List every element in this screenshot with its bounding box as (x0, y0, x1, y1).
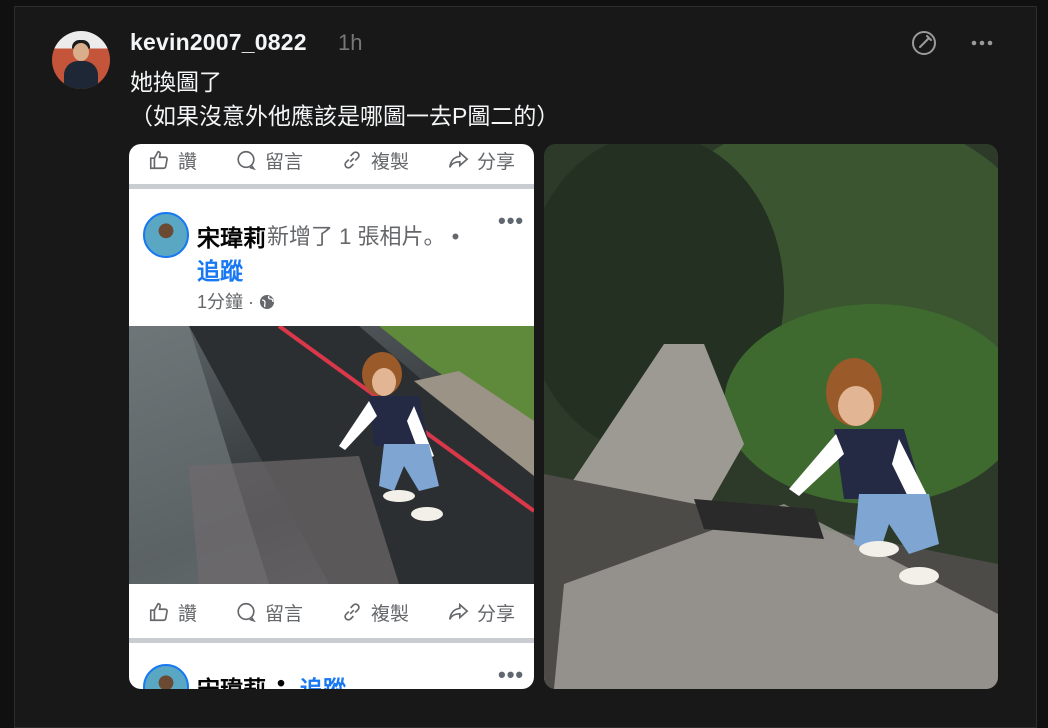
page-avatar (143, 212, 189, 258)
copy-label: 複製 (370, 603, 409, 625)
facebook-screenshot-image[interactable]: 讚 留言 複製 分享 宋瑋莉 新增了 1 張相片。 • ••• 追蹤 1分鐘 · (129, 144, 534, 689)
avatar-head (73, 43, 89, 61)
post-author: 宋瑋莉 (197, 676, 266, 689)
like-label: 讚 (177, 603, 197, 625)
like-action: 讚 (148, 147, 197, 174)
post-more-icon: ••• (498, 208, 525, 233)
road-photo (129, 326, 534, 584)
action-bar-bottom: 讚 留言 複製 分享 (129, 596, 534, 628)
like-label: 讚 (177, 151, 197, 173)
more-horizontal-icon[interactable] (967, 28, 997, 58)
comment-label: 留言 (264, 151, 303, 173)
copy-action: 複製 (341, 147, 409, 174)
follow-link: 追蹤 (197, 258, 243, 284)
edited-photo-image[interactable] (544, 144, 998, 689)
thumbs-up-icon (149, 150, 168, 170)
link-icon (344, 151, 360, 169)
flood-photo-drawing (544, 144, 998, 689)
user-avatar[interactable] (52, 31, 110, 89)
like-action: 讚 (148, 599, 197, 626)
post-divider (129, 638, 534, 643)
link-icon (344, 603, 360, 621)
post-caption: 她換圖了 （如果沒意外他應該是哪圖一去P圖二的） (130, 65, 559, 133)
caption-line-2: （如果沒意外他應該是哪圖一去P圖二的） (130, 103, 560, 129)
timestamp-text: 1分鐘 · (197, 292, 255, 312)
share-arrow-icon (448, 150, 469, 168)
action-bar-top: 讚 留言 複製 分享 (129, 144, 534, 176)
road-photo-drawing (129, 326, 534, 584)
copy-action: 複製 (341, 599, 409, 626)
share-arrow-icon (448, 602, 469, 620)
post-separator: • (277, 670, 286, 689)
share-action: 分享 (447, 147, 515, 174)
comment-bubble-icon (237, 602, 256, 623)
page-avatar (143, 664, 189, 689)
caption-line-1: 她換圖了 (130, 69, 222, 95)
post-author: 宋瑋莉 (197, 225, 266, 251)
comment-label: 留言 (264, 603, 303, 625)
post-activity: 新增了 1 張相片。 • (267, 224, 460, 249)
post-more-icon: ••• (498, 662, 525, 687)
avatar-body (64, 61, 98, 89)
comment-action: 留言 (235, 599, 303, 626)
post-time: 1h (338, 30, 363, 55)
copy-label: 複製 (370, 151, 409, 173)
post-divider (129, 184, 534, 189)
comment-action: 留言 (235, 147, 303, 174)
thumbs-up-icon (149, 602, 168, 622)
globe-icon (260, 295, 275, 309)
edit-circle-icon[interactable] (909, 28, 939, 58)
comment-bubble-icon (237, 150, 256, 171)
share-action: 分享 (447, 599, 515, 626)
post-username[interactable]: kevin2007_0822 (130, 29, 307, 56)
share-label: 分享 (476, 603, 515, 625)
flood-photo (544, 144, 998, 689)
follow-link: 追蹤 (300, 676, 346, 689)
post-timestamp: 1分鐘 · (197, 288, 275, 314)
share-label: 分享 (476, 151, 515, 173)
